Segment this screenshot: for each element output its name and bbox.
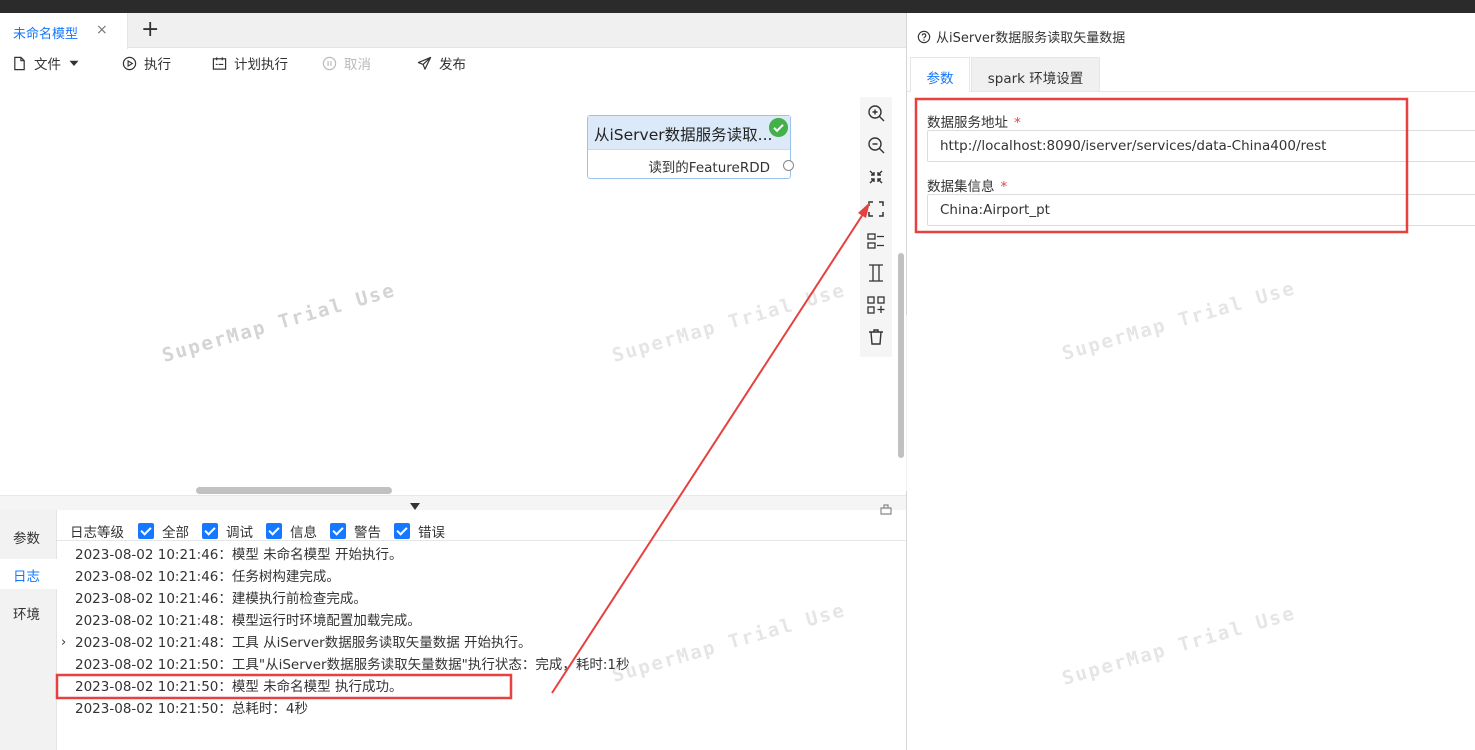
zoom-out-icon[interactable] xyxy=(866,135,886,155)
window-top-bar xyxy=(0,0,1475,13)
log-line: 2023-08-02 10:21:50：模型 未命名模型 执行成功。 xyxy=(75,679,403,695)
cancel-button[interactable]: 取消 xyxy=(322,52,371,74)
log-line: 2023-08-02 10:21:50：总耗时：4秒 xyxy=(75,701,308,717)
check-circle-icon xyxy=(769,118,788,137)
document-tab-bar: 未命名模型 × + xyxy=(0,13,906,49)
node-title: 从iServer数据服务读取... xyxy=(588,116,790,150)
close-icon[interactable]: × xyxy=(96,22,108,38)
run-button[interactable]: 执行 xyxy=(122,52,171,74)
model-editor-pane: 未命名模型 × + 文件 执行 计划执行 取消 发布 SuperMap Tria… xyxy=(0,13,906,750)
help-circle-icon[interactable] xyxy=(917,30,931,44)
properties-title: 从iServer数据服务读取矢量数据 xyxy=(917,27,1125,46)
checkbox-label: 警告 xyxy=(354,525,381,541)
file-icon xyxy=(14,56,25,70)
zoom-in-icon[interactable] xyxy=(866,103,886,123)
align-vertical-icon[interactable] xyxy=(866,263,886,283)
watermark: SuperMap Trial Use xyxy=(159,279,399,367)
checkbox-checked-icon xyxy=(266,523,282,539)
checkbox-checked-icon xyxy=(394,523,410,539)
chevron-right-icon[interactable]: › xyxy=(61,632,66,654)
send-icon xyxy=(417,56,432,70)
node-output-label: 读到的FeatureRDD xyxy=(648,160,770,176)
output-port[interactable] xyxy=(783,160,794,171)
log-line: 2023-08-02 10:21:46：建模执行前检查完成。 xyxy=(75,591,367,607)
model-canvas[interactable]: SuperMap Trial Use SuperMap Trial Use 从i… xyxy=(0,77,906,495)
data-service-url-label: 数据服务地址 * xyxy=(927,111,1021,131)
align-horizontal-icon[interactable] xyxy=(866,231,886,251)
log-level-warning-checkbox[interactable]: 警告 xyxy=(330,521,381,541)
data-service-url-input[interactable] xyxy=(927,130,1475,162)
tool-node[interactable]: 从iServer数据服务读取... 读到的FeatureRDD xyxy=(587,115,794,179)
checkbox-checked-icon xyxy=(330,523,346,539)
tab-untitled-model[interactable]: 未命名模型 × xyxy=(0,13,128,49)
log-level-label: 日志等级 xyxy=(70,525,124,541)
fullscreen-icon[interactable] xyxy=(866,199,886,219)
fit-view-icon[interactable] xyxy=(866,167,886,187)
add-tab-icon[interactable]: + xyxy=(141,18,159,42)
checkbox-label: 信息 xyxy=(290,525,317,541)
log-level-filter: 日志等级 全部 调试 信息 警告 错误 xyxy=(70,521,445,541)
canvas-tools xyxy=(860,97,892,357)
divider xyxy=(57,540,906,541)
checkbox-label: 错误 xyxy=(418,525,445,541)
add-node-icon[interactable] xyxy=(866,295,886,315)
log-level-all-checkbox[interactable]: 全部 xyxy=(138,521,189,541)
file-menu-label: 文件 xyxy=(34,57,61,73)
cancel-label: 取消 xyxy=(344,57,371,73)
required-mark: * xyxy=(1000,179,1008,195)
run-label: 执行 xyxy=(144,57,171,73)
pause-circle-icon xyxy=(322,56,337,70)
dataset-info-label: 数据集信息 * xyxy=(927,175,1007,195)
toolbar: 文件 执行 计划执行 取消 发布 xyxy=(0,49,906,77)
tab-spark-settings[interactable]: spark 环境设置 xyxy=(971,57,1100,92)
properties-title-text: 从iServer数据服务读取矢量数据 xyxy=(936,31,1126,46)
properties-pane: 从iServer数据服务读取矢量数据 参数 spark 环境设置 数据服务地址 *… xyxy=(907,13,1475,750)
schedule-run-label: 计划执行 xyxy=(234,57,288,73)
publish-button[interactable]: 发布 xyxy=(417,52,466,74)
log-line-text: 2023-08-02 10:21:48：工具 从iServer数据服务读取矢量数… xyxy=(75,635,532,651)
tab-env[interactable]: 环境 xyxy=(0,597,57,627)
checkbox-checked-icon xyxy=(202,523,218,539)
log-line: 2023-08-02 10:21:48：模型运行时环境配置加载完成。 xyxy=(75,613,421,629)
collapse-down-icon[interactable] xyxy=(410,503,420,510)
play-circle-icon xyxy=(122,56,137,70)
field-label-text: 数据集信息 xyxy=(927,179,995,195)
publish-label: 发布 xyxy=(439,57,466,73)
tab-log[interactable]: 日志 xyxy=(0,559,57,589)
file-menu-button[interactable]: 文件 xyxy=(12,52,80,74)
required-mark: * xyxy=(1014,115,1021,131)
calendar-icon xyxy=(212,56,227,70)
canvas-horizontal-scrollbar[interactable] xyxy=(196,487,392,494)
log-line: 2023-08-02 10:21:46：模型 未命名模型 开始执行。 xyxy=(75,547,403,563)
delete-icon[interactable] xyxy=(866,327,886,347)
dataset-info-input[interactable] xyxy=(927,194,1475,226)
log-line: 2023-08-02 10:21:46：任务树构建完成。 xyxy=(75,569,340,585)
tab-parameters[interactable]: 参数 xyxy=(910,57,970,92)
caret-down-icon xyxy=(69,60,79,66)
watermark: SuperMap Trial Use xyxy=(609,279,849,367)
log-level-error-checkbox[interactable]: 错误 xyxy=(394,521,445,541)
log-line: 2023-08-02 10:21:50：工具"从iServer数据服务读取矢量数… xyxy=(75,657,630,673)
log-list: 2023-08-02 10:21:46：模型 未命名模型 开始执行。 2023-… xyxy=(61,544,630,720)
field-label-text: 数据服务地址 xyxy=(927,115,1008,131)
properties-tabs: 参数 spark 环境设置 xyxy=(907,57,1475,92)
dock-icon[interactable] xyxy=(879,502,893,516)
tab-label: 未命名模型 xyxy=(13,27,79,42)
log-level-info-checkbox[interactable]: 信息 xyxy=(266,521,317,541)
log-line-expandable[interactable]: › 2023-08-02 10:21:48：工具 从iServer数据服务读取矢量… xyxy=(61,632,629,654)
checkbox-checked-icon xyxy=(138,523,154,539)
schedule-run-button[interactable]: 计划执行 xyxy=(212,52,288,74)
checkbox-label: 调试 xyxy=(226,525,253,541)
log-level-debug-checkbox[interactable]: 调试 xyxy=(202,521,253,541)
checkbox-label: 全部 xyxy=(162,525,189,541)
panel-splitter[interactable] xyxy=(0,495,906,510)
bottom-tab-bar: 参数 日志 环境 xyxy=(0,510,57,750)
tab-params[interactable]: 参数 xyxy=(0,521,57,551)
canvas-vertical-scrollbar[interactable] xyxy=(898,253,904,458)
